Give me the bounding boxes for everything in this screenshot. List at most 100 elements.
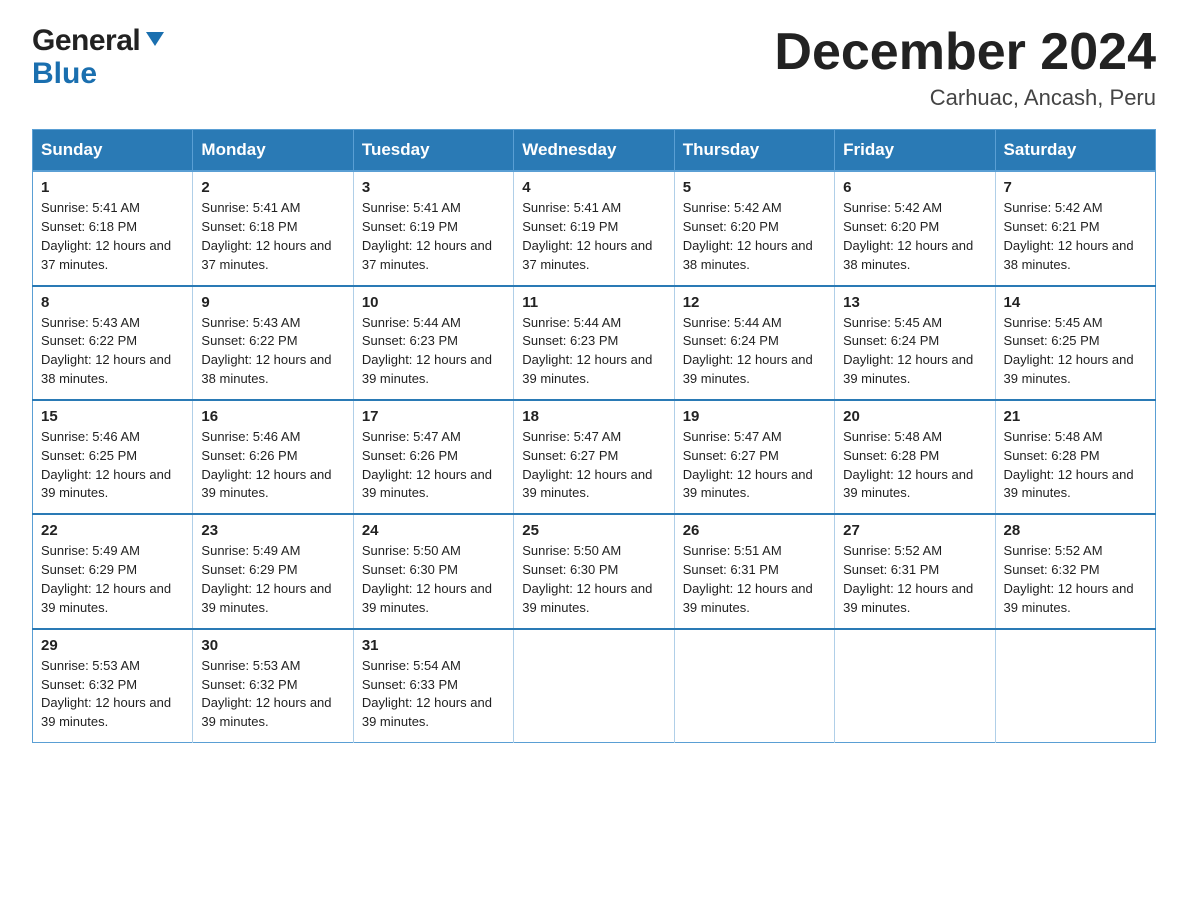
day-number: 24 (362, 522, 505, 539)
day-info: Sunrise: 5:50 AMSunset: 6:30 PMDaylight:… (522, 543, 652, 615)
calendar-cell: 25 Sunrise: 5:50 AMSunset: 6:30 PMDayligh… (514, 514, 674, 628)
day-info: Sunrise: 5:44 AMSunset: 6:24 PMDaylight:… (683, 315, 813, 387)
calendar-header-row: SundayMondayTuesdayWednesdayThursdayFrid… (33, 130, 1156, 172)
logo-blue-text: Blue (32, 59, 97, 89)
day-number: 30 (201, 637, 344, 654)
calendar-week-row: 22 Sunrise: 5:49 AMSunset: 6:29 PMDayligh… (33, 514, 1156, 628)
day-info: Sunrise: 5:48 AMSunset: 6:28 PMDaylight:… (843, 429, 973, 501)
day-info: Sunrise: 5:47 AMSunset: 6:27 PMDaylight:… (683, 429, 813, 501)
calendar-week-row: 29 Sunrise: 5:53 AMSunset: 6:32 PMDayligh… (33, 629, 1156, 743)
logo-triangle-icon (146, 32, 164, 46)
calendar-cell: 26Sunrise: 5:51 AMSunset: 6:31 PMDayligh… (674, 514, 834, 628)
day-info: Sunrise: 5:47 AMSunset: 6:27 PMDaylight:… (522, 429, 652, 501)
day-number: 18 (522, 408, 665, 425)
day-info: Sunrise: 5:49 AMSunset: 6:29 PMDaylight:… (41, 543, 171, 615)
calendar-cell: 7 Sunrise: 5:42 AMSunset: 6:21 PMDaylight… (995, 171, 1155, 285)
calendar-cell: 5 Sunrise: 5:42 AMSunset: 6:20 PMDaylight… (674, 171, 834, 285)
day-info: Sunrise: 5:49 AMSunset: 6:29 PMDaylight:… (201, 543, 331, 615)
day-info: Sunrise: 5:53 AMSunset: 6:32 PMDaylight:… (41, 658, 171, 730)
calendar-cell (514, 629, 674, 743)
calendar-week-row: 1Sunrise: 5:41 AMSunset: 6:18 PMDaylight… (33, 171, 1156, 285)
day-number: 28 (1004, 522, 1147, 539)
day-number: 23 (201, 522, 344, 539)
calendar-cell: 11 Sunrise: 5:44 AMSunset: 6:23 PMDayligh… (514, 286, 674, 400)
day-info: Sunrise: 5:42 AMSunset: 6:20 PMDaylight:… (683, 200, 813, 272)
header-day-wednesday: Wednesday (514, 130, 674, 172)
day-number: 7 (1004, 179, 1147, 196)
day-info: Sunrise: 5:46 AMSunset: 6:25 PMDaylight:… (41, 429, 171, 501)
calendar-cell: 1Sunrise: 5:41 AMSunset: 6:18 PMDaylight… (33, 171, 193, 285)
calendar-cell: 10Sunrise: 5:44 AMSunset: 6:23 PMDayligh… (353, 286, 513, 400)
header-day-friday: Friday (835, 130, 995, 172)
day-info: Sunrise: 5:42 AMSunset: 6:21 PMDaylight:… (1004, 200, 1134, 272)
day-number: 16 (201, 408, 344, 425)
header-day-tuesday: Tuesday (353, 130, 513, 172)
day-info: Sunrise: 5:54 AMSunset: 6:33 PMDaylight:… (362, 658, 492, 730)
calendar-week-row: 15 Sunrise: 5:46 AMSunset: 6:25 PMDayligh… (33, 400, 1156, 514)
day-number: 3 (362, 179, 505, 196)
day-info: Sunrise: 5:53 AMSunset: 6:32 PMDaylight:… (201, 658, 331, 730)
calendar-cell: 23 Sunrise: 5:49 AMSunset: 6:29 PMDayligh… (193, 514, 353, 628)
calendar-cell: 16 Sunrise: 5:46 AMSunset: 6:26 PMDayligh… (193, 400, 353, 514)
day-number: 19 (683, 408, 826, 425)
logo: General Blue (32, 24, 164, 89)
day-number: 6 (843, 179, 986, 196)
logo-general-text: General (32, 24, 140, 58)
header-day-thursday: Thursday (674, 130, 834, 172)
calendar-cell: 28 Sunrise: 5:52 AMSunset: 6:32 PMDayligh… (995, 514, 1155, 628)
title-area: December 2024 Carhuac, Ancash, Peru (774, 24, 1156, 111)
day-number: 26 (683, 522, 826, 539)
day-number: 25 (522, 522, 665, 539)
calendar-cell (995, 629, 1155, 743)
calendar-cell: 4Sunrise: 5:41 AMSunset: 6:19 PMDaylight… (514, 171, 674, 285)
day-info: Sunrise: 5:44 AMSunset: 6:23 PMDaylight:… (522, 315, 652, 387)
calendar-week-row: 8 Sunrise: 5:43 AMSunset: 6:22 PMDaylight… (33, 286, 1156, 400)
day-info: Sunrise: 5:50 AMSunset: 6:30 PMDaylight:… (362, 543, 492, 615)
day-number: 15 (41, 408, 184, 425)
day-number: 31 (362, 637, 505, 654)
day-number: 17 (362, 408, 505, 425)
day-number: 1 (41, 179, 184, 196)
day-number: 2 (201, 179, 344, 196)
header-day-monday: Monday (193, 130, 353, 172)
calendar-cell: 18 Sunrise: 5:47 AMSunset: 6:27 PMDayligh… (514, 400, 674, 514)
day-info: Sunrise: 5:52 AMSunset: 6:32 PMDaylight:… (1004, 543, 1134, 615)
calendar-cell: 22 Sunrise: 5:49 AMSunset: 6:29 PMDayligh… (33, 514, 193, 628)
day-info: Sunrise: 5:46 AMSunset: 6:26 PMDaylight:… (201, 429, 331, 501)
day-info: Sunrise: 5:43 AMSunset: 6:22 PMDaylight:… (41, 315, 171, 387)
calendar-cell: 17 Sunrise: 5:47 AMSunset: 6:26 PMDayligh… (353, 400, 513, 514)
day-number: 8 (41, 294, 184, 311)
day-number: 10 (362, 294, 505, 311)
day-info: Sunrise: 5:47 AMSunset: 6:26 PMDaylight:… (362, 429, 492, 501)
day-info: Sunrise: 5:45 AMSunset: 6:24 PMDaylight:… (843, 315, 973, 387)
day-info: Sunrise: 5:43 AMSunset: 6:22 PMDaylight:… (201, 315, 331, 387)
day-number: 27 (843, 522, 986, 539)
page-header: General Blue December 2024 Carhuac, Anca… (32, 24, 1156, 111)
calendar-cell: 21Sunrise: 5:48 AMSunset: 6:28 PMDayligh… (995, 400, 1155, 514)
day-number: 12 (683, 294, 826, 311)
day-number: 22 (41, 522, 184, 539)
calendar-cell: 29 Sunrise: 5:53 AMSunset: 6:32 PMDayligh… (33, 629, 193, 743)
day-number: 13 (843, 294, 986, 311)
calendar-cell: 13 Sunrise: 5:45 AMSunset: 6:24 PMDayligh… (835, 286, 995, 400)
day-number: 14 (1004, 294, 1147, 311)
calendar-cell: 3Sunrise: 5:41 AMSunset: 6:19 PMDaylight… (353, 171, 513, 285)
calendar-cell: 19 Sunrise: 5:47 AMSunset: 6:27 PMDayligh… (674, 400, 834, 514)
calendar-cell: 14 Sunrise: 5:45 AMSunset: 6:25 PMDayligh… (995, 286, 1155, 400)
day-info: Sunrise: 5:45 AMSunset: 6:25 PMDaylight:… (1004, 315, 1134, 387)
calendar-table: SundayMondayTuesdayWednesdayThursdayFrid… (32, 129, 1156, 743)
day-info: Sunrise: 5:42 AMSunset: 6:20 PMDaylight:… (843, 200, 973, 272)
page-title: December 2024 (774, 24, 1156, 81)
day-number: 21 (1004, 408, 1147, 425)
calendar-cell: 12 Sunrise: 5:44 AMSunset: 6:24 PMDayligh… (674, 286, 834, 400)
day-number: 11 (522, 294, 665, 311)
day-number: 5 (683, 179, 826, 196)
calendar-cell: 27Sunrise: 5:52 AMSunset: 6:31 PMDayligh… (835, 514, 995, 628)
day-number: 9 (201, 294, 344, 311)
calendar-cell: 20 Sunrise: 5:48 AMSunset: 6:28 PMDayligh… (835, 400, 995, 514)
calendar-cell: 24 Sunrise: 5:50 AMSunset: 6:30 PMDayligh… (353, 514, 513, 628)
day-number: 29 (41, 637, 184, 654)
day-number: 20 (843, 408, 986, 425)
calendar-cell: 15 Sunrise: 5:46 AMSunset: 6:25 PMDayligh… (33, 400, 193, 514)
page-subtitle: Carhuac, Ancash, Peru (774, 85, 1156, 111)
